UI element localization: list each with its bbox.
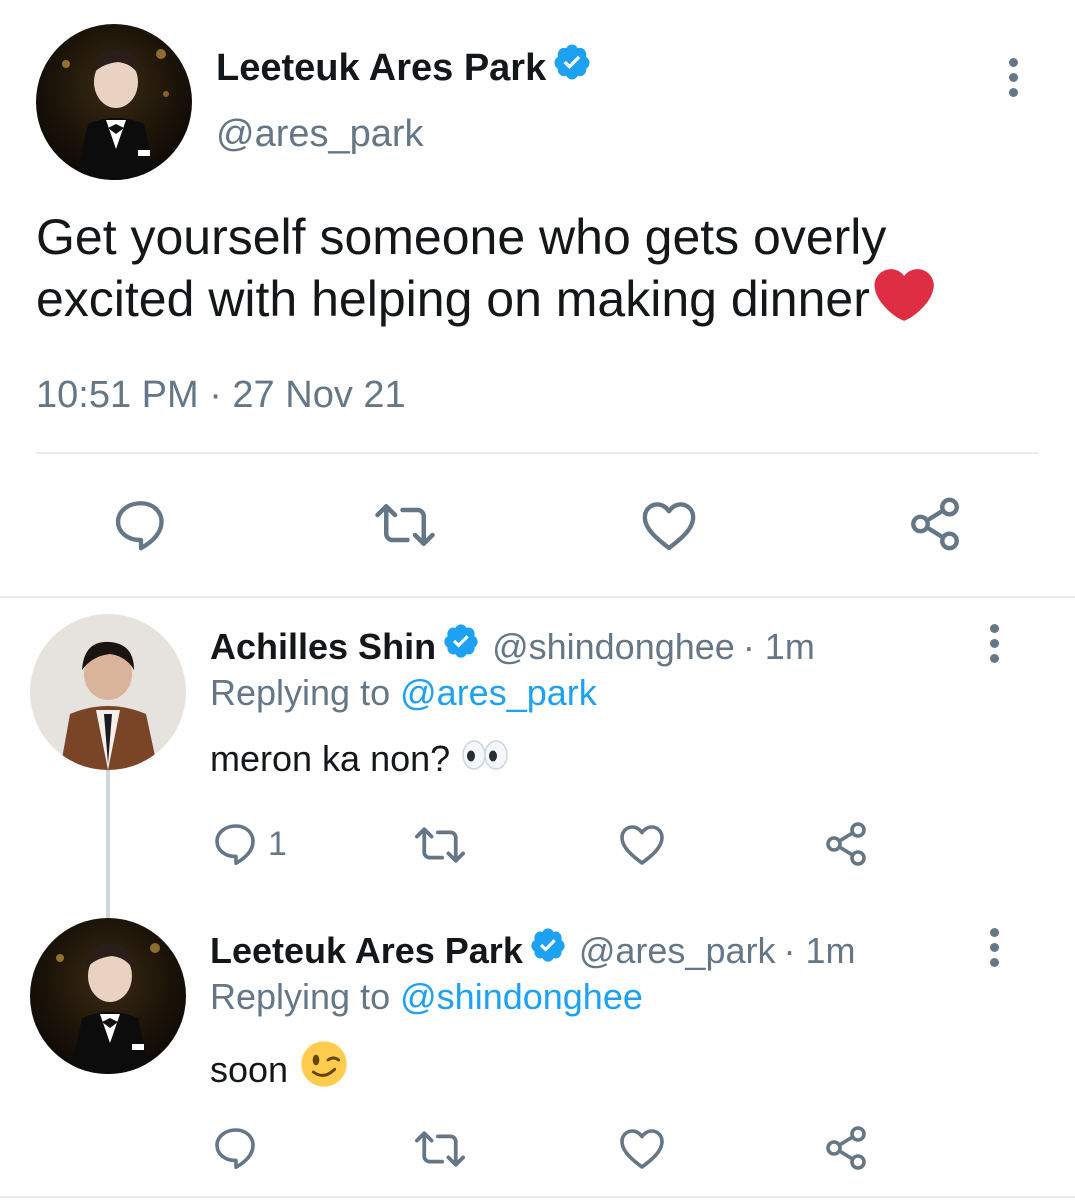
reply1-reply-button[interactable]: 1 (212, 822, 287, 866)
reply2-header: Leeteuk Ares Park @ares_park · 1m (210, 926, 855, 975)
main-share-button[interactable] (906, 495, 964, 553)
verified-badge-icon (529, 926, 567, 975)
verified-badge-icon (442, 622, 480, 671)
share-icon (826, 1126, 866, 1170)
like-icon (620, 1129, 664, 1169)
more-icon[interactable] (986, 928, 1002, 973)
main-tweet-text: Get yourself someone who gets overly exc… (36, 209, 887, 327)
reply1-header: Achilles Shin @shindonghee · 1m (210, 622, 815, 671)
replying-to-link[interactable]: @shindonghee (400, 976, 643, 1017)
red-heart-emoji-icon (874, 268, 934, 336)
main-tweet-timestamp[interactable]: 10:51 PM · 27 Nov 21 (36, 370, 406, 420)
reply1-share-button[interactable] (822, 820, 870, 868)
replying-to-link[interactable]: @ares_park (400, 672, 597, 713)
reply2-author-avatar[interactable] (30, 918, 186, 1074)
reply2-share-button[interactable] (822, 1124, 870, 1172)
main-author-name-row[interactable]: Leeteuk Ares Park (216, 42, 592, 94)
like-icon (642, 502, 696, 551)
reply1-author-avatar[interactable] (30, 614, 186, 770)
share-icon (826, 822, 866, 866)
main-author-name[interactable]: Leeteuk Ares Park (216, 44, 546, 92)
reply2-text-block: soon (210, 1040, 348, 1099)
reply2-reply-button[interactable] (212, 1126, 268, 1170)
main-retweet-button[interactable] (372, 500, 438, 550)
verified-badge-icon (552, 42, 592, 94)
reply2-author-name[interactable]: Leeteuk Ares Park (210, 928, 523, 974)
like-icon (620, 825, 664, 865)
reply2-text: soon (210, 1048, 289, 1090)
reply1-text: meron ka non? (210, 738, 451, 779)
retweet-icon (415, 1131, 465, 1167)
retweet-icon (415, 827, 465, 863)
reply-icon (115, 501, 164, 551)
reply2-time[interactable]: · 1m (783, 928, 855, 974)
reply2-replying-to: Replying to @shindonghee (210, 974, 643, 1020)
main-reply-button[interactable] (112, 498, 170, 552)
reply-icon (215, 824, 255, 865)
main-tweet-divider (36, 452, 1039, 454)
reply1-author-name[interactable]: Achilles Shin (210, 624, 436, 670)
winking-face-emoji-icon (300, 1040, 348, 1099)
reply-icon (215, 1128, 255, 1169)
replying-prefix: Replying to (210, 976, 391, 1017)
share-icon (911, 497, 959, 551)
reply1-replying-to: Replying to @ares_park (210, 670, 597, 716)
more-icon[interactable] (986, 624, 1002, 669)
main-like-button[interactable] (640, 498, 698, 552)
reply1-like-button[interactable] (618, 822, 666, 866)
reply2-retweet-button[interactable] (412, 1128, 468, 1170)
reply1-retweet-button[interactable] (412, 824, 468, 866)
main-author-handle[interactable]: @ares_park (216, 110, 424, 158)
reply2-like-button[interactable] (618, 1126, 666, 1170)
main-section-divider (0, 596, 1075, 598)
reply1-reply-count: 1 (268, 824, 287, 863)
reply1-author-handle[interactable]: @shindonghee (492, 624, 735, 670)
bottom-divider (0, 1196, 1075, 1198)
main-tweet-text-block: Get yourself someone who gets overly exc… (36, 206, 1036, 336)
reply1-time[interactable]: · 1m (743, 624, 815, 670)
more-icon[interactable] (1005, 58, 1021, 103)
retweet-icon (375, 504, 435, 546)
reply1-text-block: meron ka non? (210, 736, 510, 782)
thread-connector (106, 768, 110, 918)
replying-prefix: Replying to (210, 672, 391, 713)
main-author-avatar[interactable] (36, 24, 192, 180)
eyes-emoji-icon (460, 736, 510, 782)
reply2-author-handle[interactable]: @ares_park (579, 928, 776, 974)
